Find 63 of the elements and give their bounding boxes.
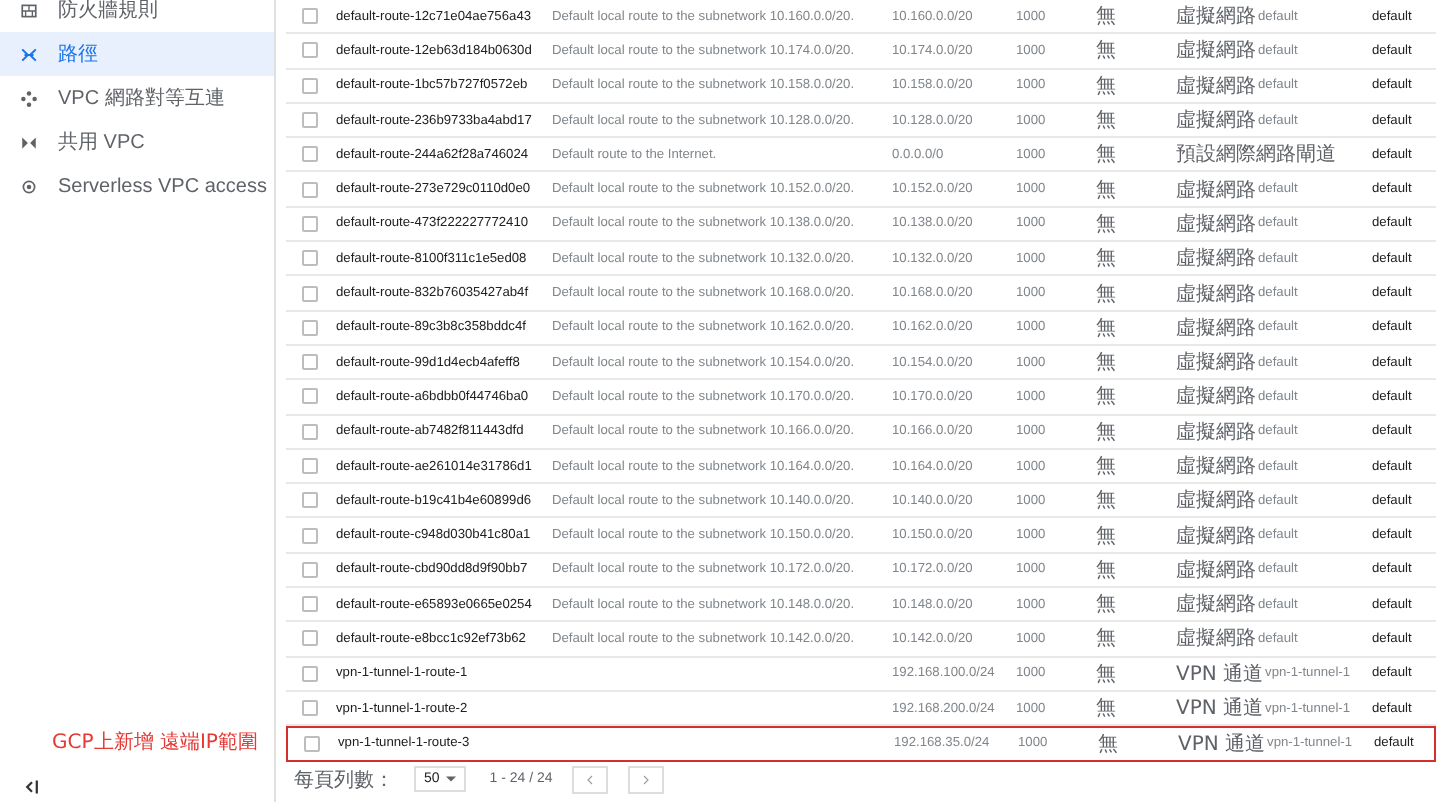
tags-cell-text: 無 bbox=[1096, 384, 1118, 411]
next-page-button[interactable] bbox=[628, 765, 665, 794]
tags-cell-text: 無 bbox=[1096, 454, 1118, 480]
sidebar-item[interactable]: 共用 VPC bbox=[0, 120, 274, 164]
row-checkbox[interactable] bbox=[302, 596, 318, 613]
tags-cell-text: 無 bbox=[1096, 626, 1118, 653]
row-checkbox[interactable] bbox=[302, 388, 318, 405]
tags-cell-text: 無 bbox=[1096, 592, 1118, 619]
row-checkbox[interactable] bbox=[302, 492, 318, 509]
tags-cell-text: 無 bbox=[1096, 696, 1118, 723]
tags-cell-text: 無 bbox=[1098, 731, 1120, 758]
row-checkbox[interactable] bbox=[302, 42, 318, 59]
next-hop-cell-text: 預設網際網路閘道 bbox=[1176, 141, 1338, 169]
tags-cell-text: 無 bbox=[1096, 488, 1118, 515]
row-checkbox[interactable] bbox=[302, 527, 318, 544]
sidebar-item[interactable]: Serverless VPC access bbox=[0, 164, 274, 208]
row-checkbox[interactable] bbox=[302, 112, 318, 129]
tags-cell-text: 無 bbox=[1096, 211, 1118, 238]
tags-cell-text: 無 bbox=[1096, 177, 1118, 204]
tags-cell-text: 無 bbox=[1096, 315, 1118, 342]
row-checkbox[interactable] bbox=[302, 215, 318, 232]
tags-cell-text: 無 bbox=[1096, 419, 1118, 446]
ring-icon bbox=[20, 177, 38, 195]
tags-cell-text: 無 bbox=[1096, 4, 1118, 31]
row-checkbox[interactable] bbox=[302, 423, 318, 440]
tags-cell-text: 無 bbox=[1096, 281, 1118, 308]
row-checkbox[interactable] bbox=[302, 665, 318, 682]
brick-wall-icon bbox=[20, 1, 38, 19]
row-checkbox[interactable] bbox=[304, 735, 320, 752]
sidebar-item[interactable]: 路徑 bbox=[0, 32, 274, 76]
rows-per-page-label: 每頁列數： bbox=[294, 767, 394, 794]
row-checkbox[interactable] bbox=[302, 700, 318, 717]
crossing-arrows-icon bbox=[20, 45, 38, 63]
row-checkbox[interactable] bbox=[302, 630, 318, 647]
chevron-left-icon bbox=[586, 773, 595, 786]
row-checkbox[interactable] bbox=[302, 561, 318, 578]
four-dots-icon bbox=[20, 89, 38, 107]
chevron-right-icon bbox=[642, 773, 651, 786]
row-checkbox[interactable] bbox=[302, 354, 318, 371]
collapse-icon[interactable] bbox=[24, 780, 40, 794]
tags-cell-text: 無 bbox=[1096, 523, 1118, 550]
annotation-text: GCP上新增 遠端IP範圍 bbox=[50, 729, 260, 756]
tags-cell-text: 無 bbox=[1096, 350, 1118, 377]
sidebar-item[interactable]: VPC 網路對等互連 bbox=[0, 76, 274, 120]
tags-cell-text: 無 bbox=[1096, 661, 1118, 688]
row-checkbox[interactable] bbox=[302, 8, 318, 25]
tags-cell-text: 無 bbox=[1096, 108, 1118, 135]
caret-icon bbox=[445, 776, 456, 783]
row-checkbox[interactable] bbox=[302, 458, 318, 474]
row-checkbox[interactable] bbox=[302, 285, 318, 302]
row-checkbox[interactable] bbox=[302, 146, 318, 163]
row-checkbox[interactable] bbox=[302, 250, 318, 267]
tags-cell-text: 無 bbox=[1096, 557, 1118, 584]
bowtie-icon bbox=[20, 133, 38, 151]
row-checkbox[interactable] bbox=[302, 181, 318, 198]
tags-cell-text: 無 bbox=[1096, 38, 1118, 65]
tags-cell-text: 無 bbox=[1096, 246, 1118, 273]
row-checkbox[interactable] bbox=[302, 319, 318, 336]
sidebar-item[interactable]: 防火牆規則 bbox=[0, 0, 274, 32]
previous-page-button[interactable] bbox=[572, 765, 609, 794]
tags-cell-text: 無 bbox=[1096, 142, 1118, 169]
tags-cell-text: 無 bbox=[1096, 73, 1118, 100]
row-checkbox[interactable] bbox=[302, 77, 318, 94]
